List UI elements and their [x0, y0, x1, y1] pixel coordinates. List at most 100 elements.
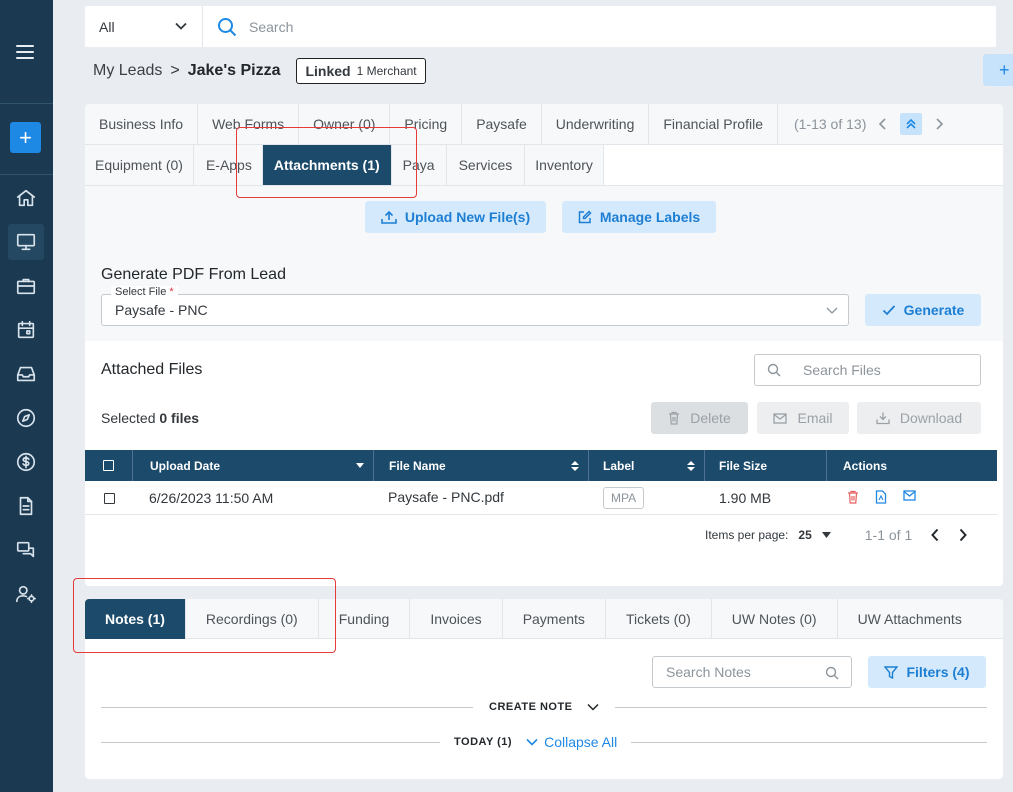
- search-notes-input[interactable]: [666, 664, 816, 680]
- generate-pdf-title: Generate PDF From Lead: [101, 266, 286, 283]
- monitor-icon[interactable]: [8, 224, 44, 260]
- tab-payments[interactable]: Payments: [503, 599, 606, 639]
- tab-web-forms[interactable]: Web Forms: [198, 104, 300, 144]
- column-file-size: File Size: [705, 450, 827, 481]
- sort-icon: [687, 461, 695, 471]
- lead-details-card: Business Info Web Forms Owner (0) Pricin…: [85, 104, 1003, 586]
- add-icon[interactable]: +: [10, 122, 41, 153]
- tab-paya[interactable]: Paya: [392, 145, 447, 185]
- chevron-double-up-icon[interactable]: [900, 113, 923, 135]
- filter-icon: [884, 665, 899, 679]
- tab-owner[interactable]: Owner (0): [299, 104, 391, 144]
- tab-inventory[interactable]: Inventory: [525, 145, 604, 185]
- items-per-page-label: Items per page:: [705, 528, 789, 542]
- chevron-down-icon[interactable]: [526, 738, 538, 746]
- chat-icon[interactable]: [8, 532, 44, 568]
- manage-labels-label: Manage Labels: [599, 209, 701, 225]
- items-per-page-select[interactable]: 25: [798, 528, 831, 542]
- upload-files-button[interactable]: Upload New File(s): [365, 201, 546, 233]
- chevron-left-icon[interactable]: [872, 113, 894, 135]
- filters-button[interactable]: Filters (4): [868, 656, 986, 688]
- global-search-input[interactable]: [249, 18, 849, 35]
- user-settings-icon[interactable]: [8, 576, 44, 612]
- compass-icon[interactable]: [8, 400, 44, 436]
- tab-financial-profile[interactable]: Financial Profile: [649, 104, 778, 144]
- pdf-file-icon[interactable]: [875, 490, 891, 506]
- tab-pricing[interactable]: Pricing: [390, 104, 463, 144]
- check-icon: [882, 305, 895, 316]
- email-button[interactable]: Email: [757, 402, 849, 434]
- sidebar-divider: [0, 174, 53, 175]
- column-label-label: Label: [603, 458, 635, 473]
- breadcrumb: My Leads > Jake's Pizza Linked 1 Merchan…: [93, 58, 426, 84]
- tab-underwriting[interactable]: Underwriting: [542, 104, 650, 144]
- generate-button[interactable]: Generate: [865, 294, 981, 326]
- column-file-size-label: File Size: [719, 458, 768, 473]
- top-search-bar: All: [85, 6, 996, 47]
- home-icon[interactable]: [8, 180, 44, 216]
- chevron-down-icon: [175, 22, 187, 30]
- row-checkbox[interactable]: [103, 492, 115, 504]
- add-button[interactable]: +: [983, 54, 1013, 86]
- cell-file-name[interactable]: Paysafe - PNC.pdf: [388, 481, 504, 515]
- tab-funding[interactable]: Funding: [319, 599, 411, 639]
- table-row[interactable]: 6/26/2023 11:50 AM Paysafe - PNC.pdf MPA…: [85, 481, 997, 515]
- dollar-icon[interactable]: [8, 444, 44, 480]
- select-file-dropdown[interactable]: Select File * Paysafe - PNC: [101, 286, 849, 326]
- tab-invoices[interactable]: Invoices: [410, 599, 503, 639]
- table-paginator: Items per page: 25 1-1 of 1: [705, 524, 968, 546]
- column-upload-date[interactable]: Upload Date: [133, 450, 374, 481]
- lead-tabs-row-1: Business Info Web Forms Owner (0) Pricin…: [85, 104, 1003, 145]
- lead-tabs-row-2: Equipment (0) E-Apps Attachments (1) Pay…: [85, 145, 1003, 186]
- inbox-icon[interactable]: [8, 356, 44, 392]
- files-table-header: Upload Date File Name Label File Size Ac…: [85, 450, 997, 481]
- tab-notes[interactable]: Notes (1): [85, 599, 186, 639]
- menu-icon[interactable]: [13, 38, 39, 66]
- linked-label: Linked: [305, 63, 351, 79]
- column-actions-label: Actions: [843, 458, 888, 473]
- column-actions: Actions: [827, 450, 997, 481]
- today-group-header: TODAY (1) Collapse All: [440, 733, 632, 751]
- items-per-page-value: 25: [798, 528, 812, 542]
- label-chip[interactable]: MPA: [603, 487, 645, 509]
- tab-uw-attachments[interactable]: UW Attachments: [838, 599, 982, 639]
- linked-count: 1 Merchant: [356, 64, 417, 78]
- collapse-all-link[interactable]: Collapse All: [544, 734, 617, 750]
- select-all-checkbox[interactable]: [103, 460, 114, 471]
- attached-files-title: Attached Files: [101, 361, 203, 378]
- chevron-left-icon[interactable]: [930, 528, 940, 542]
- tab-tickets[interactable]: Tickets (0): [606, 599, 712, 639]
- linked-badge[interactable]: Linked 1 Merchant: [296, 58, 426, 84]
- tab-recordings[interactable]: Recordings (0): [186, 599, 319, 639]
- chevron-down-icon: [587, 703, 599, 711]
- breadcrumb-my-leads[interactable]: My Leads: [93, 62, 162, 80]
- calendar-icon[interactable]: [8, 312, 44, 348]
- manage-labels-button[interactable]: Manage Labels: [562, 201, 716, 233]
- chevron-right-icon[interactable]: [928, 113, 950, 135]
- page-title: Jake's Pizza: [187, 62, 281, 79]
- column-file-name[interactable]: File Name: [374, 450, 589, 481]
- search-files-input[interactable]: [803, 362, 963, 378]
- create-note-toggle[interactable]: CREATE NOTE: [473, 699, 615, 715]
- tab-uw-notes[interactable]: UW Notes (0): [712, 599, 838, 639]
- tab-e-apps[interactable]: E-Apps: [194, 145, 263, 185]
- tab-business-info[interactable]: Business Info: [85, 104, 199, 144]
- briefcase-icon[interactable]: [8, 268, 44, 304]
- search-icon: [825, 666, 839, 680]
- document-icon[interactable]: [8, 488, 44, 524]
- chevron-right-icon[interactable]: [958, 528, 968, 542]
- edit-icon: [578, 210, 592, 224]
- tab-attachments[interactable]: Attachments (1): [262, 145, 392, 185]
- tab-equipment[interactable]: Equipment (0): [85, 145, 194, 185]
- select-all-cell: [85, 450, 133, 481]
- tab-paysafe[interactable]: Paysafe: [462, 104, 542, 144]
- tab-services[interactable]: Services: [447, 145, 526, 185]
- cell-actions: [847, 481, 931, 515]
- column-label[interactable]: Label: [589, 450, 705, 481]
- search-scope-select[interactable]: All: [85, 6, 203, 47]
- selected-count: 0 files: [159, 410, 200, 426]
- trash-icon[interactable]: [847, 490, 863, 506]
- delete-button[interactable]: Delete: [651, 402, 748, 434]
- download-button[interactable]: Download: [857, 402, 981, 434]
- mail-icon[interactable]: [903, 490, 919, 506]
